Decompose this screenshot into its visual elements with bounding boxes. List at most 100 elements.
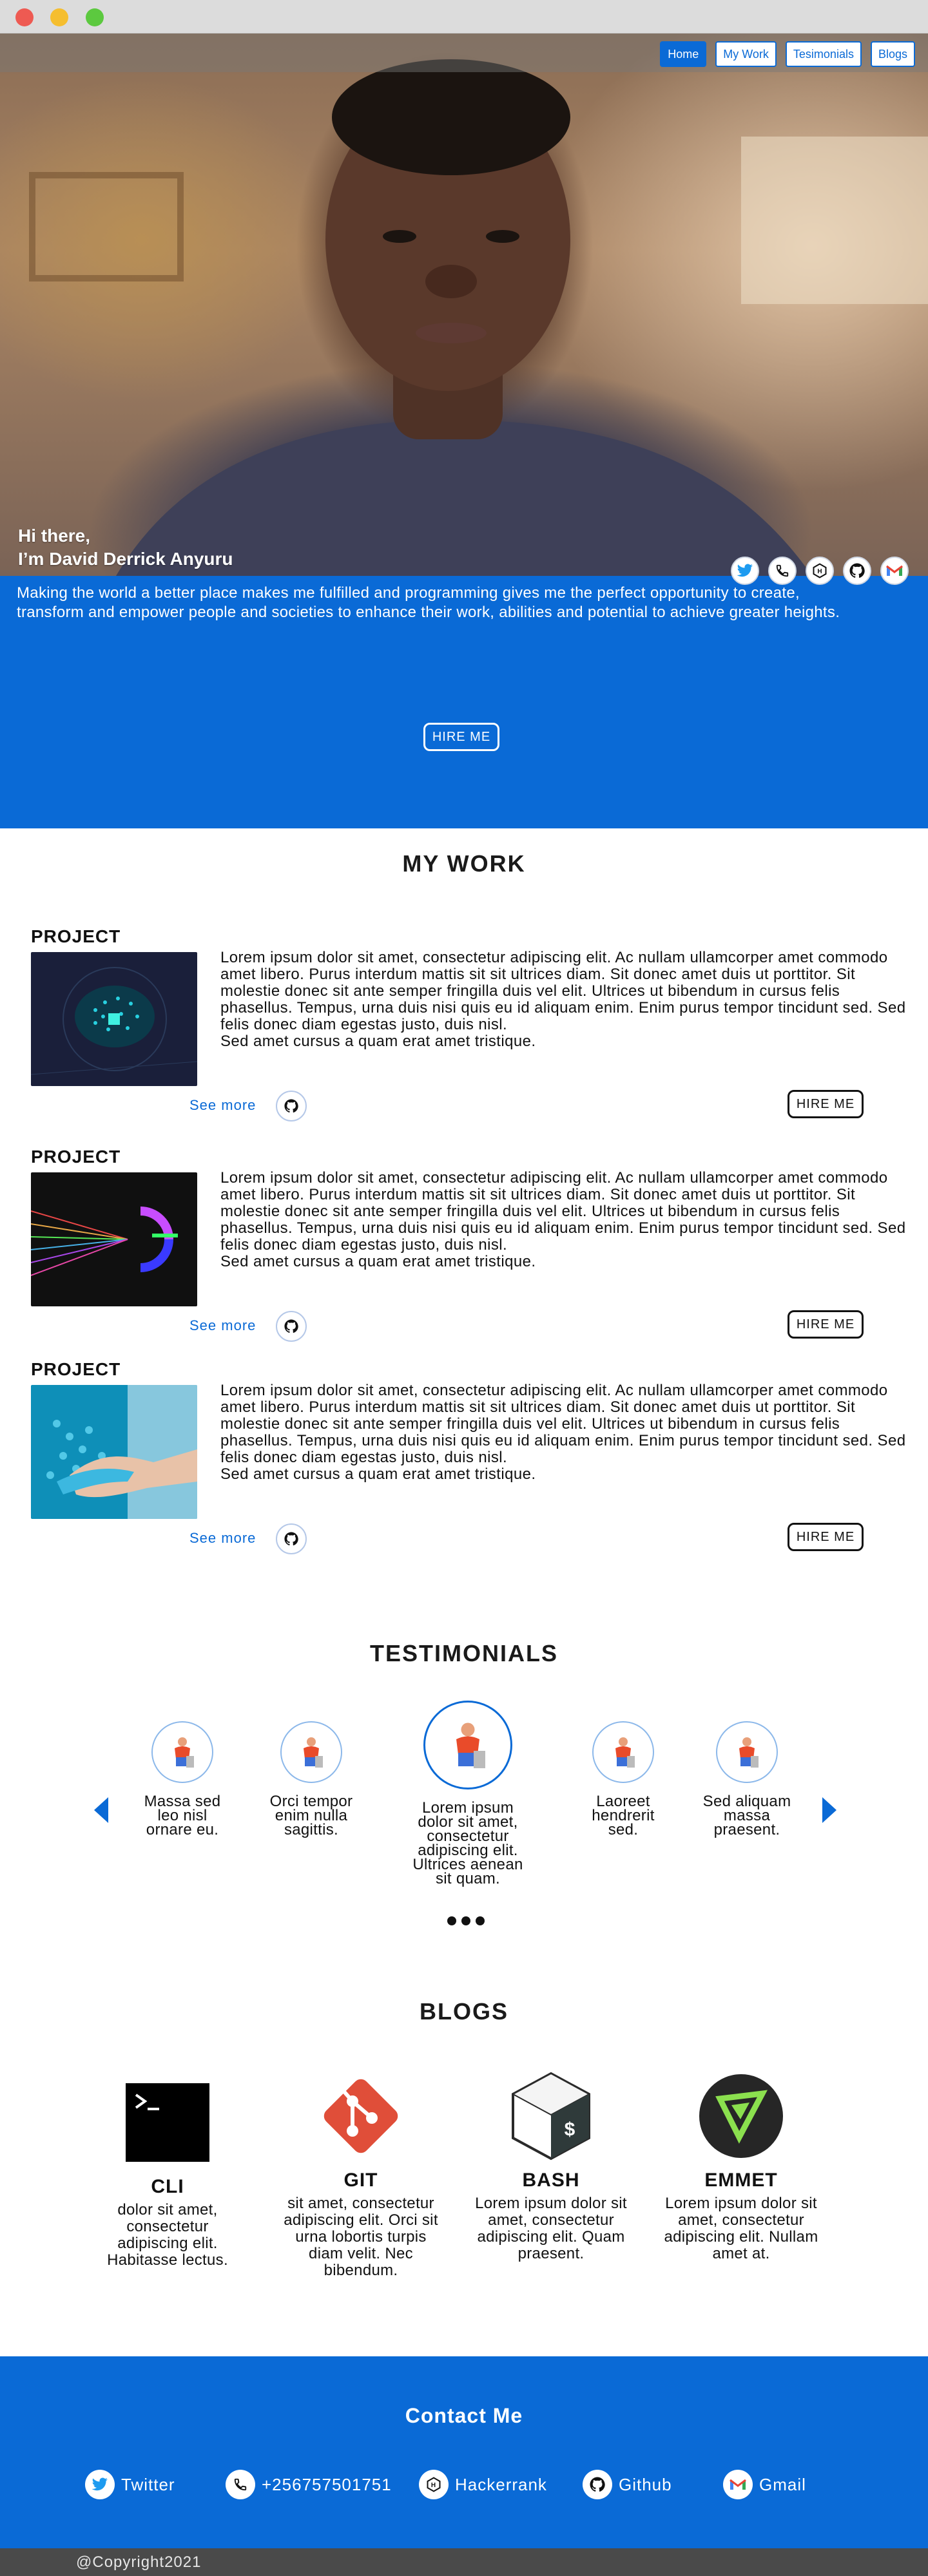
blog-title: CLI (151, 2176, 184, 2197)
ai-brain-image (31, 952, 197, 1086)
emmet-icon (693, 2068, 789, 2164)
see-more-link[interactable]: See more (189, 1097, 256, 1114)
hero-greeting: Hi there, I’m David Derrick Anyuru (18, 524, 233, 571)
contact-phone-link[interactable]: +256757501751 (226, 2470, 392, 2499)
avatar (280, 1721, 342, 1783)
project-card-1: PROJECT Lorem ipsum dolor sit amet, cons… (31, 926, 905, 1132)
testimonial-quote: Massa sed leo nisl ornare eu. (144, 1793, 221, 1838)
project-hire-me-button[interactable]: HIRE ME (788, 1523, 864, 1551)
contact-footer: Contact Me Twitter +256757501751 H Hacke… (0, 2356, 928, 2548)
hero-section: Home My Work Tesimonials Blogs Hi there,… (0, 33, 928, 576)
greeting-name: I’m David Derrick Anyuru (18, 549, 233, 569)
testimonials-next-arrow[interactable] (822, 1797, 836, 1823)
hero-social-links: H (731, 557, 909, 585)
bash-icon: $ (503, 2068, 599, 2164)
blog-description: sit amet, consectetur adipiscing elit. O… (284, 2195, 438, 2279)
git-icon (313, 2068, 409, 2164)
avatar (716, 1721, 778, 1783)
window-close-button[interactable] (15, 8, 34, 26)
phone-icon (226, 2470, 255, 2499)
contact-label: +256757501751 (262, 2474, 392, 2494)
hero-portrait-image (29, 59, 928, 576)
phone-icon[interactable] (768, 557, 797, 585)
project-label: PROJECT (31, 926, 121, 946)
contact-title: Contact Me (405, 2404, 523, 2427)
hero-hire-me-button[interactable]: HIRE ME (423, 723, 499, 751)
blog-title: EMMET (704, 2170, 778, 2191)
gmail-icon (723, 2470, 753, 2499)
window-titlebar (0, 0, 928, 33)
contact-github-link[interactable]: Github (583, 2470, 672, 2499)
see-more-link[interactable]: See more (189, 1317, 256, 1334)
project-label: PROJECT (31, 1359, 121, 1379)
github-icon[interactable] (843, 557, 871, 585)
nav-my-work-button[interactable]: My Work (715, 41, 777, 67)
testimonial-card-2: Orci tempor enim nulla sagittis. (263, 1721, 360, 1838)
blog-description: dolor sit amet, consectetur adipiscing e… (107, 2201, 228, 2269)
blog-card-git[interactable]: GIT sit amet, consectetur adipiscing eli… (284, 2068, 438, 2279)
contact-hackerrank-link[interactable]: H Hackerrank (419, 2470, 547, 2499)
avatar (151, 1721, 213, 1783)
gmail-icon[interactable] (880, 557, 909, 585)
testimonial-card-5: Sed aliquam massa praesent. (699, 1721, 795, 1838)
project-hire-me-button[interactable]: HIRE ME (788, 1310, 864, 1339)
github-icon[interactable] (276, 1311, 307, 1342)
hero-intro-band: Making the world a better place makes me… (0, 576, 928, 828)
github-icon (583, 2470, 612, 2499)
copyright-bar: @Copyright2021 (0, 2548, 928, 2576)
testimonial-card-1: Massa sed leo nisl ornare eu. (134, 1721, 231, 1838)
testimonial-quote: Sed aliquam massa praesent. (702, 1793, 791, 1838)
terminal-icon (119, 2074, 216, 2171)
github-icon[interactable] (276, 1091, 307, 1121)
contact-label: Hackerrank (455, 2474, 547, 2494)
github-icon[interactable] (276, 1523, 307, 1554)
hero-description: Making the world a better place makes me… (17, 584, 840, 621)
blog-description: Lorem ipsum dolor sit amet, consectetur … (664, 2195, 818, 2262)
blog-title: GIT (343, 2170, 378, 2191)
testimonial-quote: Orci tempor enim nulla sagittis. (269, 1793, 353, 1838)
see-more-link[interactable]: See more (189, 1530, 256, 1547)
avatar (592, 1721, 654, 1783)
svg-text:H: H (431, 2482, 436, 2489)
testimonial-card-3-featured: Lorem ipsum dolor sit amet, consectetur … (403, 1701, 532, 1887)
contact-twitter-link[interactable]: Twitter (85, 2470, 175, 2499)
top-nav: Home My Work Tesimonials Blogs (660, 41, 915, 67)
contact-label: Twitter (121, 2474, 175, 2494)
nav-home-button[interactable]: Home (660, 41, 707, 67)
window-minimize-button[interactable] (50, 8, 68, 26)
blog-description: Lorem ipsum dolor sit amet, consectetur … (475, 2195, 627, 2262)
greeting-line-1: Hi there, (18, 526, 91, 546)
blog-card-emmet[interactable]: EMMET Lorem ipsum dolor sit amet, consec… (664, 2068, 818, 2262)
project-label: PROJECT (31, 1147, 121, 1167)
contact-gmail-link[interactable]: Gmail (723, 2470, 806, 2499)
blog-title: BASH (522, 2170, 580, 2191)
svg-text:H: H (817, 568, 822, 575)
contact-label: Github (619, 2474, 672, 2494)
project-card-3: PROJECT Lorem ipsum dolor sit amet, cons… (31, 1359, 905, 1565)
testimonials-prev-arrow[interactable] (94, 1797, 108, 1823)
blog-card-bash[interactable]: $ BASH Lorem ipsum dolor sit amet, conse… (474, 2068, 628, 2262)
window-maximize-button[interactable] (86, 8, 104, 26)
avatar (423, 1701, 512, 1789)
blog-card-cli[interactable]: CLI dolor sit amet, consectetur adipisci… (90, 2074, 245, 2269)
project-description: Lorem ipsum dolor sit amet, consectetur … (220, 1169, 906, 1270)
light-prism-image (31, 1172, 197, 1306)
contact-label: Gmail (759, 2474, 806, 2494)
project-description: Lorem ipsum dolor sit amet, consectetur … (220, 949, 906, 1050)
project-description: Lorem ipsum dolor sit amet, consectetur … (220, 1382, 906, 1483)
hackerrank-icon: H (419, 2470, 449, 2499)
nav-blogs-button[interactable]: Blogs (870, 41, 915, 67)
robot-handshake-image (31, 1385, 197, 1519)
project-card-2: PROJECT Lorem ipsum dolor sit amet, cons… (31, 1147, 905, 1353)
hackerrank-icon[interactable]: H (806, 557, 834, 585)
testimonials-pagination-dots[interactable] (447, 1916, 485, 1925)
project-hire-me-button[interactable]: HIRE ME (788, 1090, 864, 1118)
twitter-icon[interactable] (731, 557, 759, 585)
nav-testimonials-button[interactable]: Tesimonials (785, 41, 862, 67)
svg-text:$: $ (564, 2120, 575, 2142)
my-work-title: MY WORK (402, 850, 526, 877)
testimonial-card-4: Laoreet hendrerit sed. (575, 1721, 672, 1838)
twitter-icon (85, 2470, 115, 2499)
testimonial-quote: Lorem ipsum dolor sit amet, consectetur … (412, 1799, 523, 1887)
testimonial-quote: Laoreet hendrerit sed. (592, 1793, 655, 1838)
